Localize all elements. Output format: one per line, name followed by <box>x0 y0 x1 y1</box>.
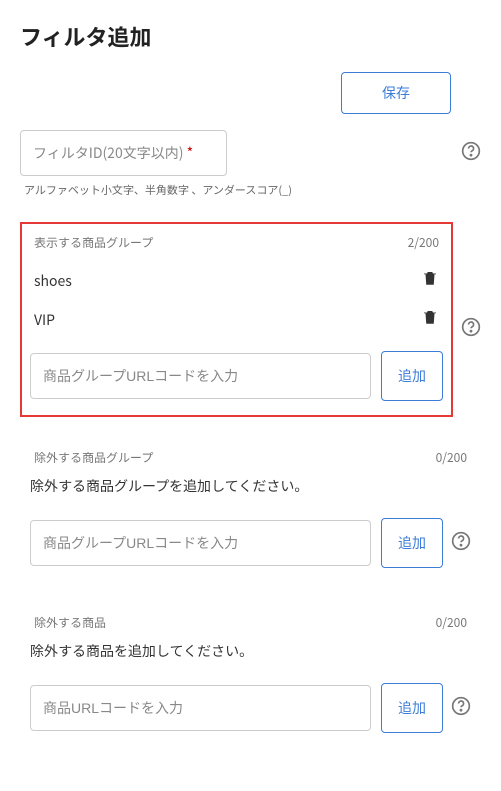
filter-id-input[interactable] <box>20 130 227 176</box>
add-button[interactable]: 追加 <box>381 683 443 733</box>
exclude-product-url-input[interactable] <box>30 685 371 731</box>
save-button[interactable]: 保存 <box>341 72 451 114</box>
exclude-product-count: 0/200 <box>436 614 467 631</box>
exclude-group-url-input[interactable] <box>30 520 371 566</box>
add-button[interactable]: 追加 <box>381 518 443 568</box>
page-title: フィルタ追加 <box>20 20 481 52</box>
list-item: VIP <box>30 300 443 339</box>
list-item: shoes <box>30 261 443 300</box>
help-icon[interactable] <box>461 141 481 166</box>
display-group-count: 2/200 <box>408 234 439 251</box>
item-name: VIP <box>34 310 55 330</box>
exclude-group-count: 0/200 <box>436 449 467 466</box>
help-icon[interactable] <box>451 531 471 556</box>
delete-icon[interactable] <box>421 269 439 292</box>
exclude-group-section: 除外する商品グループ 0/200 除外する商品グループを追加してください。 追加 <box>20 437 481 582</box>
exclude-product-section: 除外する商品 0/200 除外する商品を追加してください。 追加 <box>20 602 481 747</box>
item-name: shoes <box>34 271 72 291</box>
display-group-section: 表示する商品グループ 2/200 shoes VIP 追加 <box>20 222 453 417</box>
help-icon[interactable] <box>451 696 471 721</box>
help-icon[interactable] <box>461 317 481 342</box>
display-group-label: 表示する商品グループ <box>34 234 153 251</box>
display-group-url-input[interactable] <box>30 353 371 399</box>
add-button[interactable]: 追加 <box>381 351 443 401</box>
exclude-group-empty-msg: 除外する商品グループを追加してください。 <box>30 476 471 496</box>
exclude-product-label: 除外する商品 <box>34 614 106 631</box>
exclude-product-empty-msg: 除外する商品を追加してください。 <box>30 641 471 661</box>
delete-icon[interactable] <box>421 308 439 331</box>
exclude-group-label: 除外する商品グループ <box>34 449 153 466</box>
filter-id-hint: アルファベット小文字、半角数字 、アンダースコア(_) <box>24 182 481 198</box>
